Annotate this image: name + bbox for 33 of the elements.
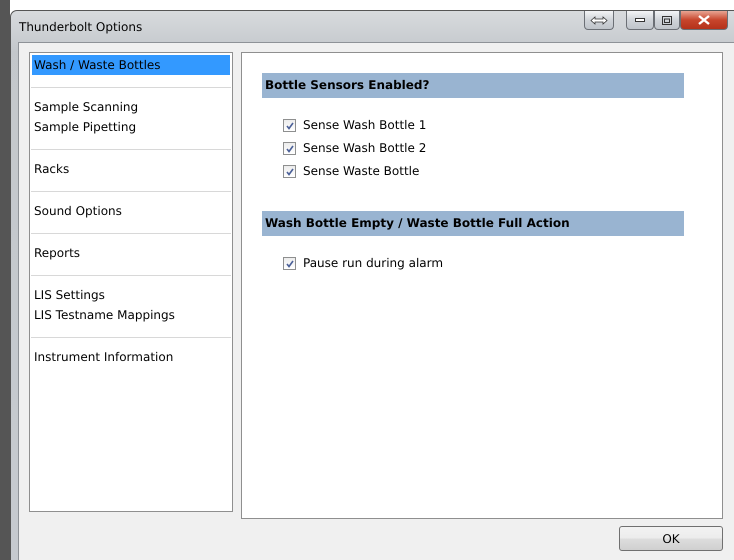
category-item[interactable]: Sample Scanning — [32, 97, 230, 117]
check-icon — [286, 260, 294, 268]
window-title: Thunderbolt Options — [19, 20, 144, 34]
check-icon — [286, 144, 294, 152]
double-arrow-icon — [590, 16, 608, 24]
category-item[interactable]: Racks — [32, 159, 230, 179]
category-item[interactable]: LIS Testname Mappings — [32, 305, 230, 325]
maximize-icon — [662, 16, 672, 24]
checkbox-label: Sense Wash Bottle 2 — [303, 140, 426, 157]
maximize-button[interactable] — [654, 11, 680, 30]
ok-button[interactable]: OK — [619, 526, 723, 551]
checkbox-label: Sense Wash Bottle 1 — [303, 117, 426, 134]
minimize-icon — [635, 18, 645, 22]
section-heading: Bottle Sensors Enabled? — [262, 73, 684, 98]
check-icon — [286, 122, 294, 130]
checkbox-label: Sense Waste Bottle — [303, 163, 420, 180]
checkbox-label: Pause run during alarm — [303, 255, 444, 272]
checkbox[interactable] — [283, 142, 296, 155]
category-item[interactable]: LIS Settings — [32, 285, 230, 305]
section-heading: Wash Bottle Empty / Waste Bottle Full Action — [262, 211, 684, 236]
close-icon — [698, 15, 710, 25]
minimize-button[interactable] — [626, 11, 654, 30]
category-item[interactable]: Sound Options — [32, 201, 230, 221]
close-button[interactable] — [680, 11, 728, 30]
category-item[interactable]: Sample Pipetting — [32, 117, 230, 137]
checkbox[interactable] — [283, 119, 296, 132]
check-icon — [286, 168, 294, 176]
checkbox[interactable] — [283, 257, 296, 270]
category-item[interactable]: Reports — [32, 243, 230, 263]
resize-button[interactable] — [584, 11, 614, 30]
category-item[interactable]: Wash / Waste Bottles — [32, 55, 230, 75]
checkbox[interactable] — [283, 165, 296, 178]
category-item[interactable]: Instrument Information — [32, 347, 230, 367]
